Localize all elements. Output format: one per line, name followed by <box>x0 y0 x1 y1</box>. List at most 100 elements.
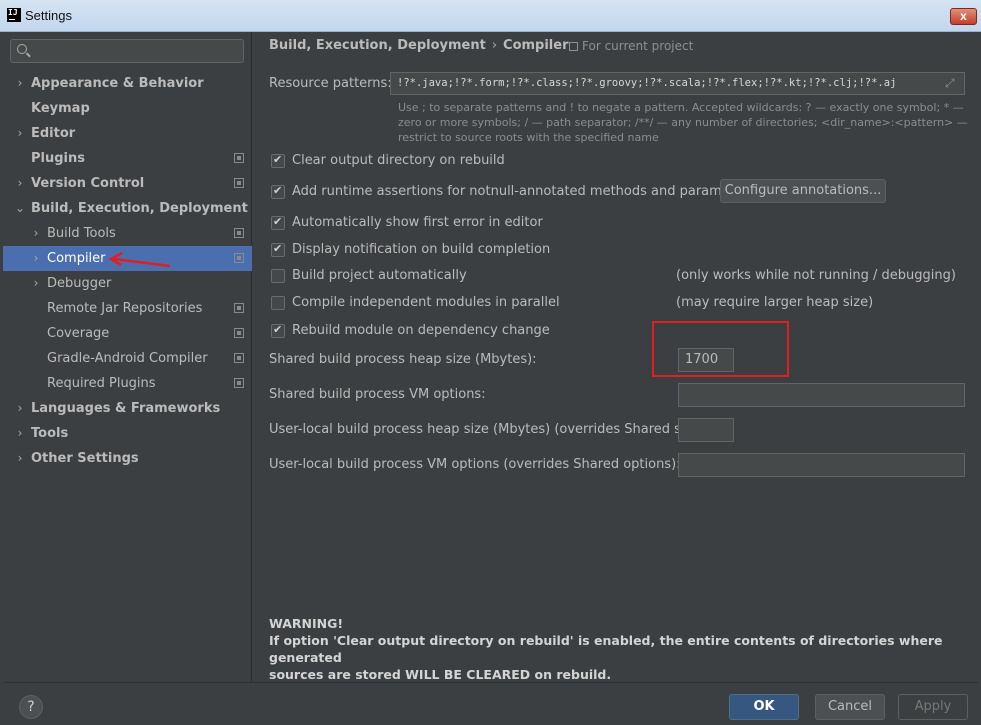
cancel-button[interactable]: Cancel <box>815 694 885 720</box>
sidebar-item-debugger[interactable]: › Debugger <box>3 271 252 296</box>
runtime-assertions-checkbox[interactable] <box>271 184 285 199</box>
project-level-icon <box>234 153 244 163</box>
shared-heap-input[interactable]: 1700 <box>678 348 734 372</box>
project-level-icon <box>234 328 244 338</box>
sidebar-item-languages-frameworks[interactable]: › Languages & Frameworks <box>3 396 252 421</box>
show-first-error-label: Automatically show first error in editor <box>292 215 543 230</box>
settings-tree: › Appearance & Behavior Keymap › Editor Plugi… <box>3 71 252 471</box>
breadcrumb-parent[interactable]: Build, Execution, Deployment <box>269 38 486 53</box>
chevron-right-icon[interactable]: › <box>14 396 26 421</box>
clear-output-label: Clear output directory on rebuild <box>292 153 505 168</box>
sidebar-item-label: Compiler <box>47 251 106 266</box>
search-input[interactable] <box>33 42 238 60</box>
sidebar-item-label: Debugger <box>47 276 112 291</box>
rebuild-on-dependency-label: Rebuild module on dependency change <box>292 323 550 338</box>
resource-patterns-label: Resource patterns: <box>269 76 392 91</box>
user-heap-label: User-local build process heap size (Mbyt… <box>269 422 709 437</box>
display-notification-checkbox[interactable] <box>271 242 285 257</box>
sidebar-item-label: Editor <box>31 126 76 141</box>
compile-parallel-note: (may require larger heap size) <box>676 295 874 310</box>
project-scope-note: For current project <box>569 39 693 53</box>
settings-search[interactable] <box>10 39 244 63</box>
sidebar-item-other-settings[interactable]: › Other Settings <box>3 446 252 471</box>
configure-annotations-button[interactable]: Configure annotations... <box>720 179 886 203</box>
title-bar: IJ Settings x <box>0 0 981 32</box>
chevron-right-icon[interactable]: › <box>14 171 26 196</box>
sidebar-item-label: Build Tools <box>47 226 116 241</box>
warning-title: WARNING! <box>269 616 344 631</box>
sidebar-item-label: Languages & Frameworks <box>31 401 221 416</box>
clear-output-checkbox[interactable] <box>271 153 285 168</box>
sidebar-item-build-execution-deployment[interactable]: ⌄ Build, Execution, Deployment <box>3 196 252 221</box>
build-automatically-note: (only works while not running / debuggin… <box>676 268 956 283</box>
ok-button[interactable]: OK <box>729 694 799 720</box>
sidebar-item-label: Appearance & Behavior <box>31 76 204 91</box>
show-first-error-checkbox[interactable] <box>271 215 285 230</box>
chevron-right-icon[interactable]: › <box>14 421 26 446</box>
display-notification-label: Display notification on build completion <box>292 242 551 257</box>
chevron-right-icon[interactable]: › <box>14 121 26 146</box>
sidebar-item-label: Keymap <box>31 101 90 116</box>
chevron-right-icon[interactable]: › <box>30 246 42 271</box>
build-automatically-checkbox[interactable] <box>271 269 285 283</box>
project-scope-label: For current project <box>582 39 694 53</box>
project-level-icon <box>234 378 244 388</box>
chevron-right-icon[interactable]: › <box>14 446 26 471</box>
chevron-down-icon[interactable]: ⌄ <box>14 196 26 221</box>
rebuild-warning: WARNING! If option 'Clear output directo… <box>269 615 959 683</box>
warning-line-1: If option 'Clear output directory on reb… <box>269 633 943 665</box>
settings-sidebar: › Appearance & Behavior Keymap › Editor Plugi… <box>3 32 252 682</box>
sidebar-item-label: Build, Execution, Deployment <box>31 201 248 216</box>
window-title: Settings <box>25 8 72 23</box>
compiler-settings-panel: Build, Execution, Deployment › Compiler Fo… <box>253 32 978 682</box>
sidebar-item-version-control[interactable]: › Version Control <box>3 171 252 196</box>
sidebar-item-editor[interactable]: › Editor <box>3 121 252 146</box>
rebuild-on-dependency-checkbox[interactable] <box>271 323 285 338</box>
sidebar-item-label: Plugins <box>31 151 85 166</box>
sidebar-item-label: Version Control <box>31 176 145 191</box>
build-automatically-label: Build project automatically <box>292 268 467 283</box>
runtime-assertions-label: Add runtime assertions for notnull-annot… <box>292 184 756 199</box>
project-level-icon <box>234 253 244 263</box>
project-level-icon <box>234 178 244 188</box>
help-button[interactable]: ? <box>19 695 43 719</box>
resource-patterns-hint: Use ; to separate patterns and ! to nega… <box>398 101 968 144</box>
shared-vm-label: Shared build process VM options: <box>269 387 486 402</box>
project-level-icon <box>234 353 244 363</box>
breadcrumb-current: Compiler <box>503 38 569 53</box>
expand-icon[interactable]: ⤢ <box>945 76 955 91</box>
sidebar-item-build-tools[interactable]: › Build Tools <box>3 221 252 246</box>
sidebar-item-coverage[interactable]: Coverage <box>3 321 252 346</box>
project-level-icon <box>234 303 244 313</box>
breadcrumb-separator: › <box>491 38 498 53</box>
sidebar-item-appearance-behavior[interactable]: › Appearance & Behavior <box>3 71 252 96</box>
resource-patterns-input[interactable]: !?*.java;!?*.form;!?*.class;!?*.groovy;!… <box>390 72 965 95</box>
sidebar-item-keymap[interactable]: Keymap <box>3 96 252 121</box>
sidebar-item-gradle-android-compiler[interactable]: Gradle-Android Compiler <box>3 346 252 371</box>
user-vm-label: User-local build process VM options (ove… <box>269 457 681 472</box>
sidebar-item-plugins[interactable]: Plugins <box>3 146 252 171</box>
sidebar-item-required-plugins[interactable]: Required Plugins <box>3 371 252 396</box>
chevron-right-icon[interactable]: › <box>30 271 42 296</box>
compile-parallel-label: Compile independent modules in parallel <box>292 295 560 310</box>
close-button[interactable]: x <box>950 8 977 25</box>
user-heap-input[interactable] <box>678 418 734 442</box>
annotation-arrow <box>108 251 171 268</box>
sidebar-item-remote-jar-repositories[interactable]: Remote Jar Repositories <box>3 296 252 321</box>
shared-vm-input[interactable] <box>678 383 965 407</box>
search-icon <box>17 44 27 54</box>
compile-parallel-checkbox[interactable] <box>271 296 285 310</box>
chevron-right-icon[interactable]: › <box>14 71 26 96</box>
intellij-app-icon: IJ <box>7 8 21 22</box>
sidebar-item-tools[interactable]: › Tools <box>3 421 252 446</box>
project-scope-icon <box>569 42 578 51</box>
sidebar-item-label: Coverage <box>47 326 110 341</box>
sidebar-item-label: Remote Jar Repositories <box>47 301 203 316</box>
user-vm-input[interactable] <box>678 453 965 477</box>
shared-heap-label: Shared build process heap size (Mbytes): <box>269 352 537 367</box>
chevron-right-icon[interactable]: › <box>30 221 42 246</box>
apply-button[interactable]: Apply <box>898 694 968 720</box>
project-level-icon <box>234 228 244 238</box>
dialog-footer: ? OK Cancel Apply <box>3 682 978 725</box>
sidebar-item-label: Tools <box>31 426 69 441</box>
